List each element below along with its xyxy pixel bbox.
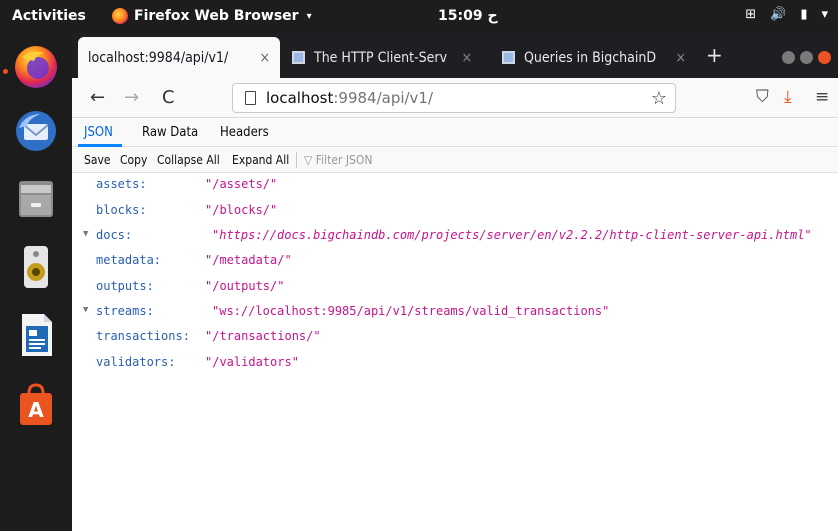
toolbar-divider — [296, 152, 297, 168]
url-path: :9984/api/v1/ — [333, 89, 434, 107]
navigation-bar: ← → C localhost:9984/api/v1/ ☆ ⛉ ⤓ ≡ — [72, 78, 838, 118]
dock-thunderbird[interactable] — [10, 105, 62, 157]
tab-queries-bigchaindb[interactable]: Queries in BigchainD × — [492, 37, 696, 78]
system-tray[interactable]: ⊞ 🔊 ▮ ▾ — [745, 7, 828, 22]
dock-rhythmbox[interactable] — [10, 241, 62, 293]
running-indicator — [3, 69, 8, 74]
expand-all-button[interactable]: Expand All — [232, 153, 289, 167]
tab-label: The HTTP Client-Serv — [314, 49, 448, 66]
close-tab-icon[interactable]: × — [675, 50, 686, 66]
save-button[interactable]: Save — [84, 153, 111, 167]
filter-json-input[interactable]: ▽ Filter JSON — [304, 153, 372, 167]
software-center-icon: A — [20, 383, 52, 425]
json-value: "ws://localhost:9985/api/v1/streams/vali… — [212, 304, 610, 318]
json-row[interactable]: ▼ docs: "https://docs.bigchaindb.com/pro… — [72, 227, 838, 247]
json-value: "/transactions/" — [205, 329, 321, 343]
json-key: streams: — [96, 304, 154, 318]
system-menu-chevron-icon: ▾ — [821, 7, 828, 22]
dock: A — [0, 33, 72, 531]
download-icon[interactable]: ⤓ — [784, 87, 792, 107]
json-key: validators: — [96, 355, 176, 369]
tab-raw-data[interactable]: Raw Data — [142, 125, 198, 140]
json-key: metadata: — [96, 253, 162, 267]
thunderbird-icon — [16, 111, 56, 151]
tab-label: localhost:9984/api/v1/ — [88, 49, 229, 66]
dock-files[interactable] — [10, 173, 62, 225]
app-menu-label: Firefox Web Browser — [134, 8, 299, 24]
json-row[interactable]: outputs: "/outputs/" — [72, 278, 838, 298]
close-tab-icon[interactable]: × — [461, 50, 472, 66]
menu-icon[interactable]: ≡ — [815, 87, 829, 107]
expand-toggle-icon[interactable]: ▼ — [83, 229, 88, 239]
dock-firefox[interactable] — [0, 41, 72, 101]
gnome-top-bar: Activities Firefox Web Browser ▾ 15:09 ح… — [0, 0, 838, 33]
firefox-icon — [15, 46, 57, 88]
forward-button[interactable]: → — [124, 87, 139, 108]
json-viewer-tabs: JSON Raw Data Headers — [72, 119, 838, 147]
back-button[interactable]: ← — [90, 87, 105, 108]
svg-text:A: A — [28, 398, 44, 422]
battery-icon: ▮ — [800, 7, 808, 22]
json-value: "https://docs.bigchaindb.com/projects/se… — [212, 228, 812, 242]
new-tab-button[interactable]: + — [706, 43, 723, 67]
chevron-down-icon: ▾ — [306, 10, 312, 22]
firefox-icon — [112, 8, 128, 24]
json-value: "/blocks/" — [205, 203, 278, 217]
json-key: blocks: — [96, 203, 147, 217]
writer-icon — [22, 314, 52, 356]
reload-button[interactable]: C — [162, 87, 175, 108]
clock[interactable]: 15:09 ح — [438, 8, 498, 24]
filter-placeholder: Filter JSON — [315, 153, 373, 167]
collapse-all-button[interactable]: Collapse All — [157, 153, 220, 167]
json-key: docs: — [96, 228, 133, 242]
json-row[interactable]: ▼ streams: "ws://localhost:9985/api/v1/s… — [72, 303, 838, 323]
json-value: "/metadata/" — [205, 253, 292, 267]
volume-icon: 🔊 — [770, 7, 787, 22]
json-value: "/assets/" — [205, 177, 278, 191]
firefox-window: localhost:9984/api/v1/ × The HTTP Client… — [72, 33, 838, 531]
activities-button[interactable]: Activities — [12, 8, 86, 24]
close-tab-icon[interactable]: × — [259, 50, 270, 66]
page-favicon-icon — [502, 51, 515, 64]
bookmark-star-icon[interactable]: ☆ — [651, 88, 667, 109]
tab-bar: localhost:9984/api/v1/ × The HTTP Client… — [72, 33, 838, 78]
dock-writer[interactable] — [10, 309, 62, 361]
json-key: transactions: — [96, 329, 190, 343]
filter-icon: ▽ — [304, 153, 313, 167]
dock-software[interactable]: A — [10, 379, 62, 431]
json-key: assets: — [96, 177, 147, 191]
tab-label: Queries in BigchainD — [524, 49, 657, 66]
json-toolbar: Save Copy Collapse All Expand All ▽ Filt… — [72, 148, 838, 173]
files-icon — [19, 181, 53, 217]
page-favicon-icon — [292, 51, 305, 64]
minimize-button[interactable] — [782, 51, 795, 64]
json-key: outputs: — [96, 279, 154, 293]
expand-toggle-icon[interactable]: ▼ — [83, 305, 88, 315]
tab-localhost-api[interactable]: localhost:9984/api/v1/ × — [78, 37, 280, 78]
json-row[interactable]: validators: "/validators" — [72, 354, 838, 374]
maximize-button[interactable] — [800, 51, 813, 64]
page-icon — [245, 91, 256, 105]
selected-tab-indicator — [78, 144, 122, 147]
speaker-icon — [24, 246, 48, 288]
close-window-button[interactable] — [818, 51, 831, 64]
copy-button[interactable]: Copy — [120, 153, 147, 167]
url-bar[interactable]: localhost:9984/api/v1/ ☆ — [232, 83, 676, 113]
pocket-icon[interactable]: ⛉ — [756, 87, 769, 107]
json-row[interactable]: blocks: "/blocks/" — [72, 202, 838, 222]
url-host: localhost — [266, 89, 334, 107]
json-value: "/validators" — [205, 355, 299, 369]
tab-json[interactable]: JSON — [84, 125, 113, 140]
app-menu[interactable]: Firefox Web Browser ▾ — [112, 8, 312, 24]
json-row[interactable]: metadata: "/metadata/" — [72, 252, 838, 272]
tab-http-client-server[interactable]: The HTTP Client-Serv × — [282, 37, 482, 78]
json-row[interactable]: assets: "/assets/" — [72, 176, 838, 196]
json-row[interactable]: transactions: "/transactions/" — [72, 328, 838, 348]
json-value: "/outputs/" — [205, 279, 285, 293]
network-icon: ⊞ — [745, 7, 757, 22]
json-tree: assets: "/assets/" blocks: "/blocks/" ▼ … — [72, 174, 838, 531]
tab-headers[interactable]: Headers — [220, 125, 269, 140]
